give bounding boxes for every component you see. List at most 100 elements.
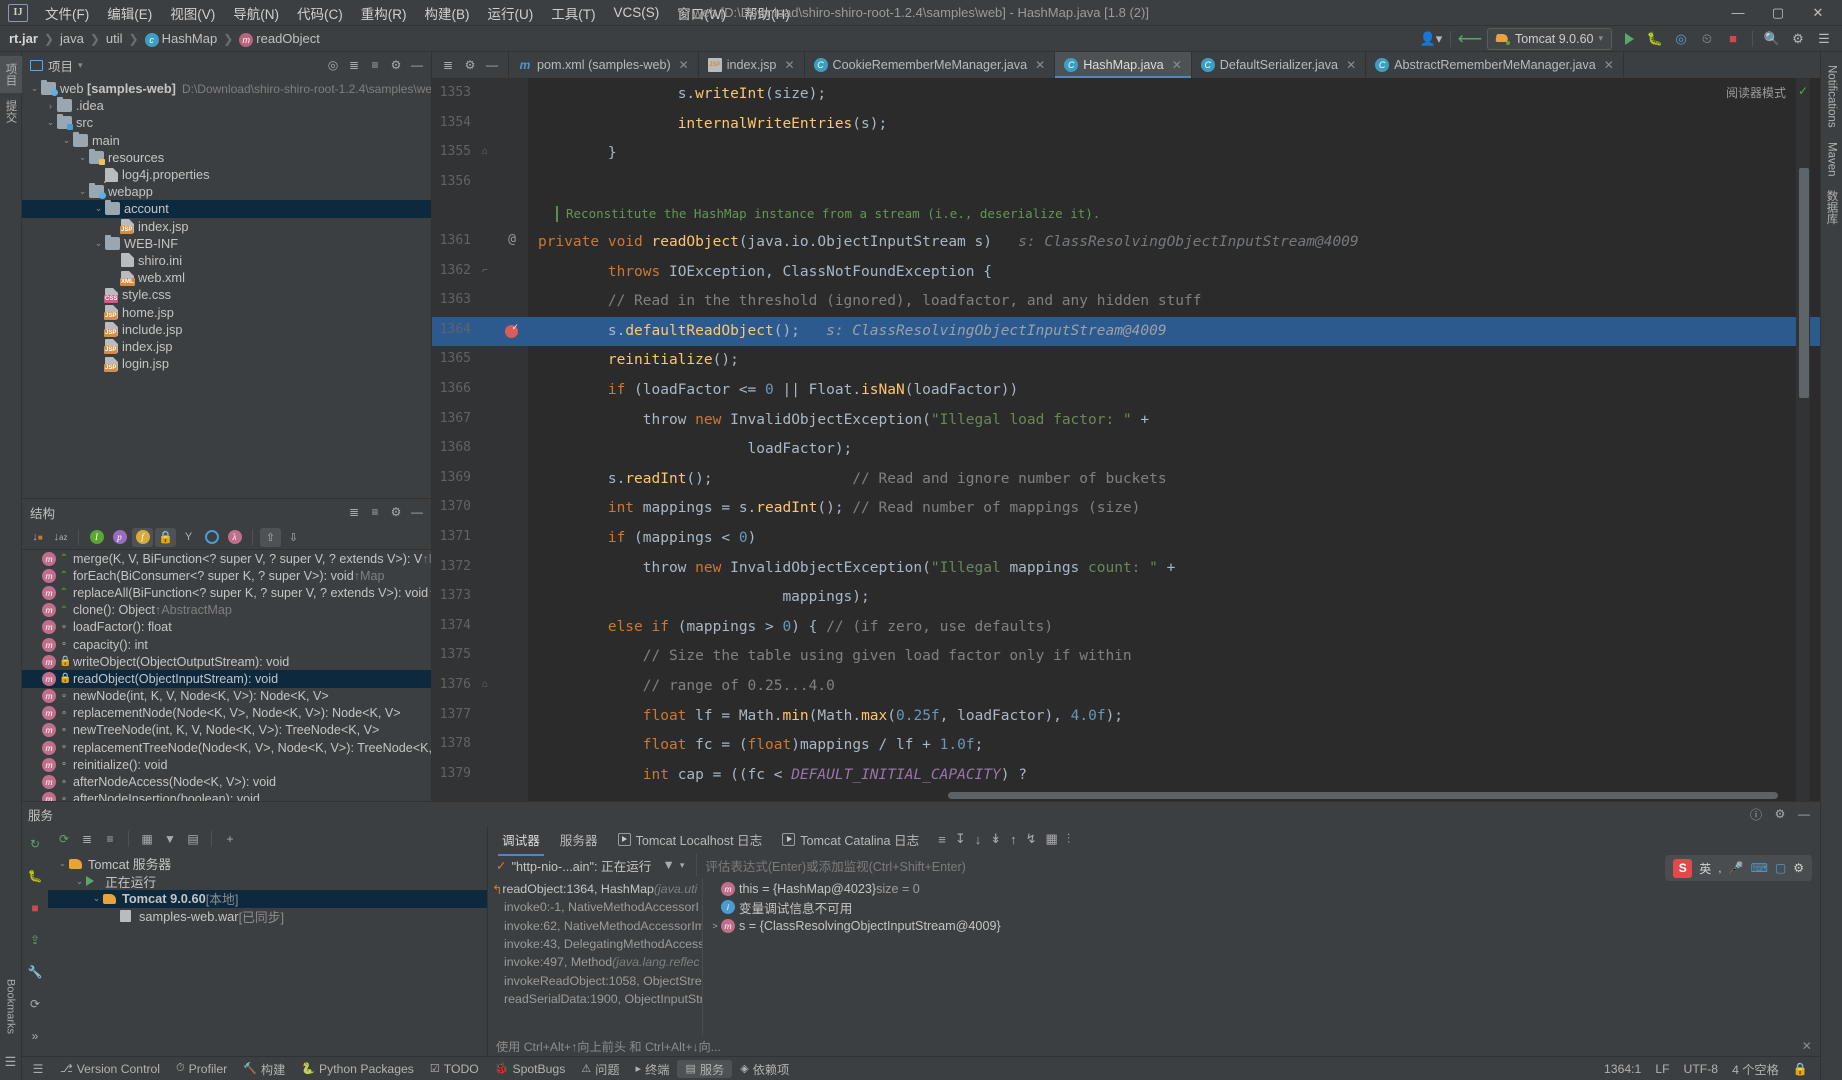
- show-fields-icon[interactable]: f: [132, 527, 153, 547]
- code-line[interactable]: float lf = Math.min(Math.max(0.25f, load…: [528, 702, 1820, 732]
- structure-row[interactable]: m ∘ capacity(): int: [22, 636, 431, 653]
- services-hide-icon[interactable]: —: [1794, 804, 1814, 824]
- group-by-icon[interactable]: ▦: [137, 829, 157, 849]
- tree-row[interactable]: ⌄ webapp: [22, 183, 431, 200]
- frame-row[interactable]: invokeReadObject:1058, ObjectStrea: [488, 971, 702, 989]
- code-fold-icon[interactable]: ⌂: [482, 146, 488, 157]
- tree-row[interactable]: ⌄ src: [22, 114, 431, 131]
- collapse-structure-icon[interactable]: ⇩: [283, 528, 304, 547]
- structure-row[interactable]: m ⌃ clone(): Object ↑AbstractMap: [22, 602, 431, 619]
- debugger-tab[interactable]: Tomcat Localhost 日志: [608, 826, 773, 853]
- menu-item-0[interactable]: 文件(F): [36, 0, 98, 26]
- status-info-3[interactable]: 4 个空格: [1732, 1060, 1779, 1078]
- code-line[interactable]: throws IOException, ClassNotFoundExcepti…: [528, 258, 1820, 288]
- services-refresh-icon[interactable]: ⟳: [54, 829, 74, 849]
- menu-item-5[interactable]: 重构(R): [352, 0, 416, 26]
- menu-item-9[interactable]: VCS(S): [605, 2, 669, 23]
- hide-panel-icon[interactable]: —: [407, 55, 427, 75]
- hide-structure-icon[interactable]: —: [407, 502, 427, 522]
- debugger-action-icon-4[interactable]: ↑: [1007, 832, 1020, 847]
- code-line[interactable]: int mappings = s.readInt(); // Read numb…: [528, 494, 1820, 524]
- project-tree[interactable]: ⌄ web [samples-web] D:\Download\shiro-shir…: [22, 78, 431, 498]
- panel-settings-icon[interactable]: ⚙: [386, 55, 406, 75]
- service-row[interactable]: ⌄ Tomcat 9.0.60 [本地]: [48, 890, 487, 908]
- code-line[interactable]: throw new InvalidObjectException("Illega…: [528, 406, 1820, 436]
- breadcrumb-item-3[interactable]: c HashMap: [142, 30, 221, 48]
- structure-row[interactable]: m ∘ replacementNode(Node<K, V>, Node<K, V>…: [22, 705, 431, 722]
- tree-row[interactable]: ⌄ resources: [22, 148, 431, 166]
- code-editor[interactable]: 1353 1354 1355 ⌂ 1356 1361 @1362 ⌐ 1363 1364 1365 1…: [432, 78, 1820, 801]
- expand-structure-icon[interactable]: ⇧: [260, 527, 281, 547]
- run-configuration-selector[interactable]: Tomcat 9.0.60 ▾: [1486, 27, 1612, 50]
- status-button-5[interactable]: 🐞 SpotBugs: [487, 1062, 574, 1076]
- editor-settings-icon[interactable]: ⚙: [460, 55, 480, 75]
- services-settings-icon[interactable]: ⚙: [1770, 804, 1790, 824]
- editor-tab[interactable]: C HashMap.java ✕: [1055, 52, 1192, 78]
- reader-mode-label[interactable]: 阅读器模式: [1726, 84, 1786, 101]
- tree-row[interactable]: shiro.ini: [22, 252, 431, 269]
- locate-icon[interactable]: ◎: [323, 55, 343, 75]
- status-button-9[interactable]: ◈ 依赖项: [732, 1060, 797, 1078]
- menu-item-2[interactable]: 视图(V): [161, 0, 224, 26]
- tree-row[interactable]: JSP include.jsp: [22, 321, 431, 338]
- status-button-0[interactable]: ⎇ Version Control: [52, 1062, 168, 1076]
- lock-icon[interactable]: 🔒: [1793, 1062, 1808, 1076]
- editor-scrollbar-thumb[interactable]: [1799, 168, 1809, 398]
- structure-row[interactable]: m ∘ replacementTreeNode(Node<K, V>, Node<K…: [22, 739, 431, 756]
- code-line[interactable]: s.writeInt(size);: [528, 80, 1820, 110]
- code-line[interactable]: throw new InvalidObjectException("Illega…: [528, 554, 1820, 584]
- structure-row[interactable]: m ∘ reinitialize(): void: [22, 756, 431, 773]
- bookmarks-icon[interactable]: Bookmarks: [5, 979, 17, 1034]
- editor-tab[interactable]: C CookieRememberMeManager.java ✕: [805, 52, 1056, 78]
- status-info-1[interactable]: LF: [1655, 1062, 1669, 1076]
- frame-row[interactable]: ↰ readObject:1364, HashMap (java.uti: [488, 880, 702, 898]
- debugger-action-icon-2[interactable]: ↓: [972, 832, 985, 847]
- editor-gutter[interactable]: 1353 1354 1355 ⌂ 1356 1361 @1362 ⌐ 1363 1364 1365 1…: [432, 78, 528, 801]
- variable-row[interactable]: m this = {HashMap@4023} size = 0: [703, 880, 1820, 898]
- collapse-all-icon[interactable]: ≡: [365, 55, 385, 75]
- code-line[interactable]: s.defaultReadObject(); s: ClassResolving…: [528, 317, 1820, 347]
- tree-row[interactable]: JSP index.jsp: [22, 338, 431, 355]
- frame-row[interactable]: invoke0:-1, NativeMethodAccessorI: [488, 898, 702, 916]
- mic-icon[interactable]: 🎤: [1729, 861, 1744, 875]
- status-button-6[interactable]: ⚠ 问题: [573, 1060, 627, 1078]
- show-anonymous-icon[interactable]: Y: [178, 528, 199, 547]
- more-icon[interactable]: ☰: [1812, 28, 1836, 50]
- status-button-7[interactable]: ▸ 终端: [628, 1060, 678, 1078]
- structure-row[interactable]: m ⌃ replaceAll(BiFunction<? super K, ? sup…: [22, 584, 431, 601]
- tree-arrow-icon[interactable]: ⌄: [76, 186, 89, 197]
- structure-row[interactable]: m ⌃ forEach(BiConsumer<? super K, ? super …: [22, 567, 431, 584]
- code-line[interactable]: internalWriteEntries(s);: [528, 110, 1820, 140]
- deploy-icon[interactable]: ⇪: [25, 930, 45, 950]
- show-inherited-icon[interactable]: I: [86, 528, 107, 547]
- rerun-icon[interactable]: ↻: [25, 834, 45, 854]
- refresh-icon[interactable]: ⟳: [25, 994, 45, 1014]
- debug-rerun-icon[interactable]: 🐛: [25, 866, 45, 886]
- menu-item-3[interactable]: 导航(N): [224, 0, 288, 26]
- debugger-tab-bar[interactable]: 调试器 服务器 Tomcat Localhost 日志 Tomcat Catalina…: [488, 826, 1820, 856]
- debugger-tab[interactable]: 服务器: [550, 826, 608, 853]
- status-button-1[interactable]: ⏱ Profiler: [168, 1062, 235, 1076]
- debugger-action-icon-5[interactable]: ↯: [1023, 831, 1040, 847]
- close-tab-icon[interactable]: ✕: [1604, 58, 1614, 72]
- frames-list[interactable]: ↰ readObject:1364, HashMap (java.uti invo…: [488, 878, 703, 1036]
- debugger-action-icon-0[interactable]: ≡: [935, 832, 949, 847]
- tree-arrow-icon[interactable]: ›: [44, 101, 57, 111]
- service-row[interactable]: samples-web.war [已同步]: [48, 908, 487, 926]
- structure-row[interactable]: m ⌃ merge(K, V, BiFunction<? super V, ? su…: [22, 550, 431, 567]
- status-info-2[interactable]: UTF-8: [1684, 1062, 1719, 1076]
- structure-row[interactable]: m ∘ newNode(int, K, V, Node<K, V>): Node<K…: [22, 688, 431, 705]
- layout-icon[interactable]: ▤: [183, 829, 203, 849]
- expand-all-icon[interactable]: ≣: [344, 55, 364, 75]
- tree-arrow-icon[interactable]: ⌄: [90, 893, 103, 904]
- close-tab-icon[interactable]: ✕: [1035, 58, 1045, 72]
- run-icon[interactable]: [1617, 28, 1641, 50]
- status-right-info[interactable]: 1364:1 LF UTF-8 4 个空格 🔒: [1604, 1060, 1814, 1078]
- services-tree[interactable]: ⌄ Tomcat 服务器 ⌄ 正在运行 ⌄ Tomcat 9.0.60 [本地] sampl…: [48, 852, 487, 1056]
- filter-icon[interactable]: ▼: [160, 829, 180, 849]
- rail-tab-notifications[interactable]: Notifications: [1823, 58, 1841, 135]
- profiler-icon[interactable]: ⏲: [1695, 28, 1719, 50]
- tree-row[interactable]: › .idea: [22, 97, 431, 114]
- structure-row[interactable]: m 🔒 readObject(ObjectInputStream): void: [22, 670, 431, 688]
- close-tab-icon[interactable]: ✕: [1172, 58, 1182, 72]
